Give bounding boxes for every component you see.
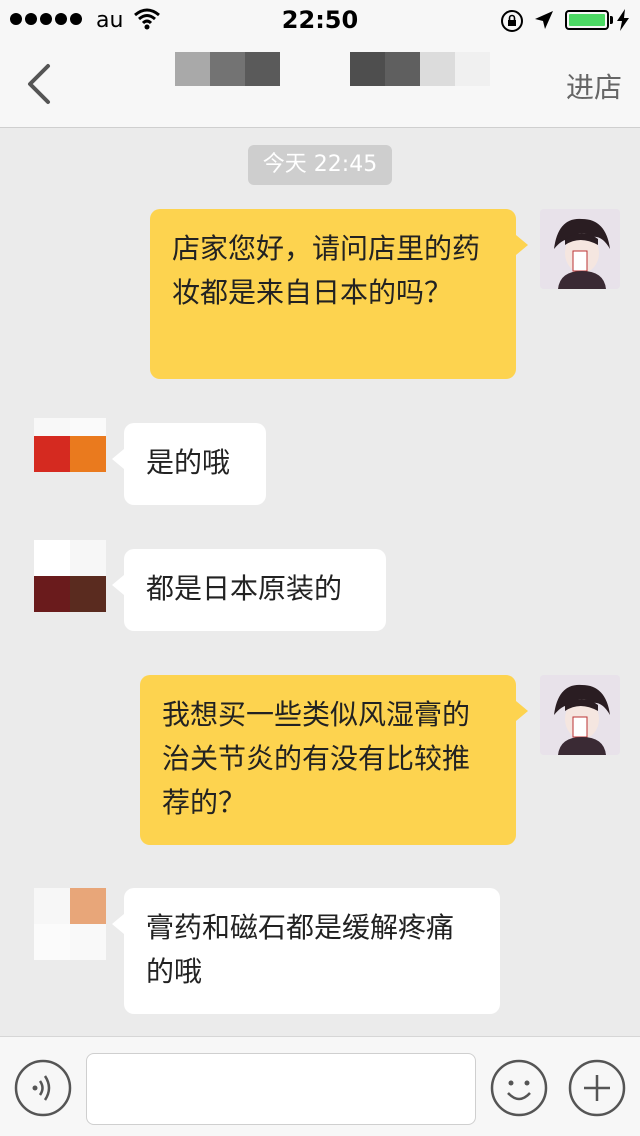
shop-avatar[interactable] [34, 888, 106, 960]
charging-icon [617, 9, 629, 31]
message-text: 都是日本原装的 [146, 572, 343, 605]
chat-timestamp: 今天 22:45 [248, 145, 392, 185]
message-bubble-incoming[interactable]: 是的哦 [112, 423, 266, 505]
location-icon [535, 11, 553, 29]
message-text: 店家您好，请问店里的药妆都是来自日本的吗？ [172, 232, 481, 309]
back-chevron-icon[interactable] [18, 60, 62, 108]
status-bar: au 22:50 [0, 0, 640, 40]
user-avatar[interactable] [540, 209, 620, 289]
user-avatar[interactable] [540, 675, 620, 755]
message-bubble-incoming[interactable]: 膏药和磁石都是缓解疼痛的哦 [112, 888, 500, 1014]
emoji-icon[interactable] [490, 1059, 548, 1117]
message-input[interactable] [86, 1053, 476, 1125]
store-name-pixelated [175, 52, 495, 86]
message-bubble-outgoing[interactable]: 我想买一些类似风湿膏的治关节炎的有没有比较推荐的？ [140, 675, 528, 845]
voice-icon[interactable] [14, 1059, 72, 1117]
input-bar [0, 1036, 640, 1136]
enter-store-button[interactable]: 进店 [566, 66, 622, 106]
shop-avatar[interactable] [34, 540, 106, 612]
message-bubble-outgoing[interactable]: 店家您好，请问店里的药妆都是来自日本的吗？ [150, 209, 528, 379]
plus-icon[interactable] [568, 1059, 626, 1117]
battery-icon [565, 10, 609, 30]
message-text: 膏药和磁石都是缓解疼痛的哦 [146, 911, 455, 988]
rotation-lock-icon [501, 10, 523, 32]
message-text: 是的哦 [146, 446, 231, 479]
shop-avatar[interactable] [34, 418, 106, 490]
message-bubble-incoming[interactable]: 都是日本原装的 [112, 549, 386, 631]
message-text: 我想买一些类似风湿膏的治关节炎的有没有比较推荐的？ [162, 698, 471, 819]
nav-bar: 进店 [0, 40, 640, 128]
